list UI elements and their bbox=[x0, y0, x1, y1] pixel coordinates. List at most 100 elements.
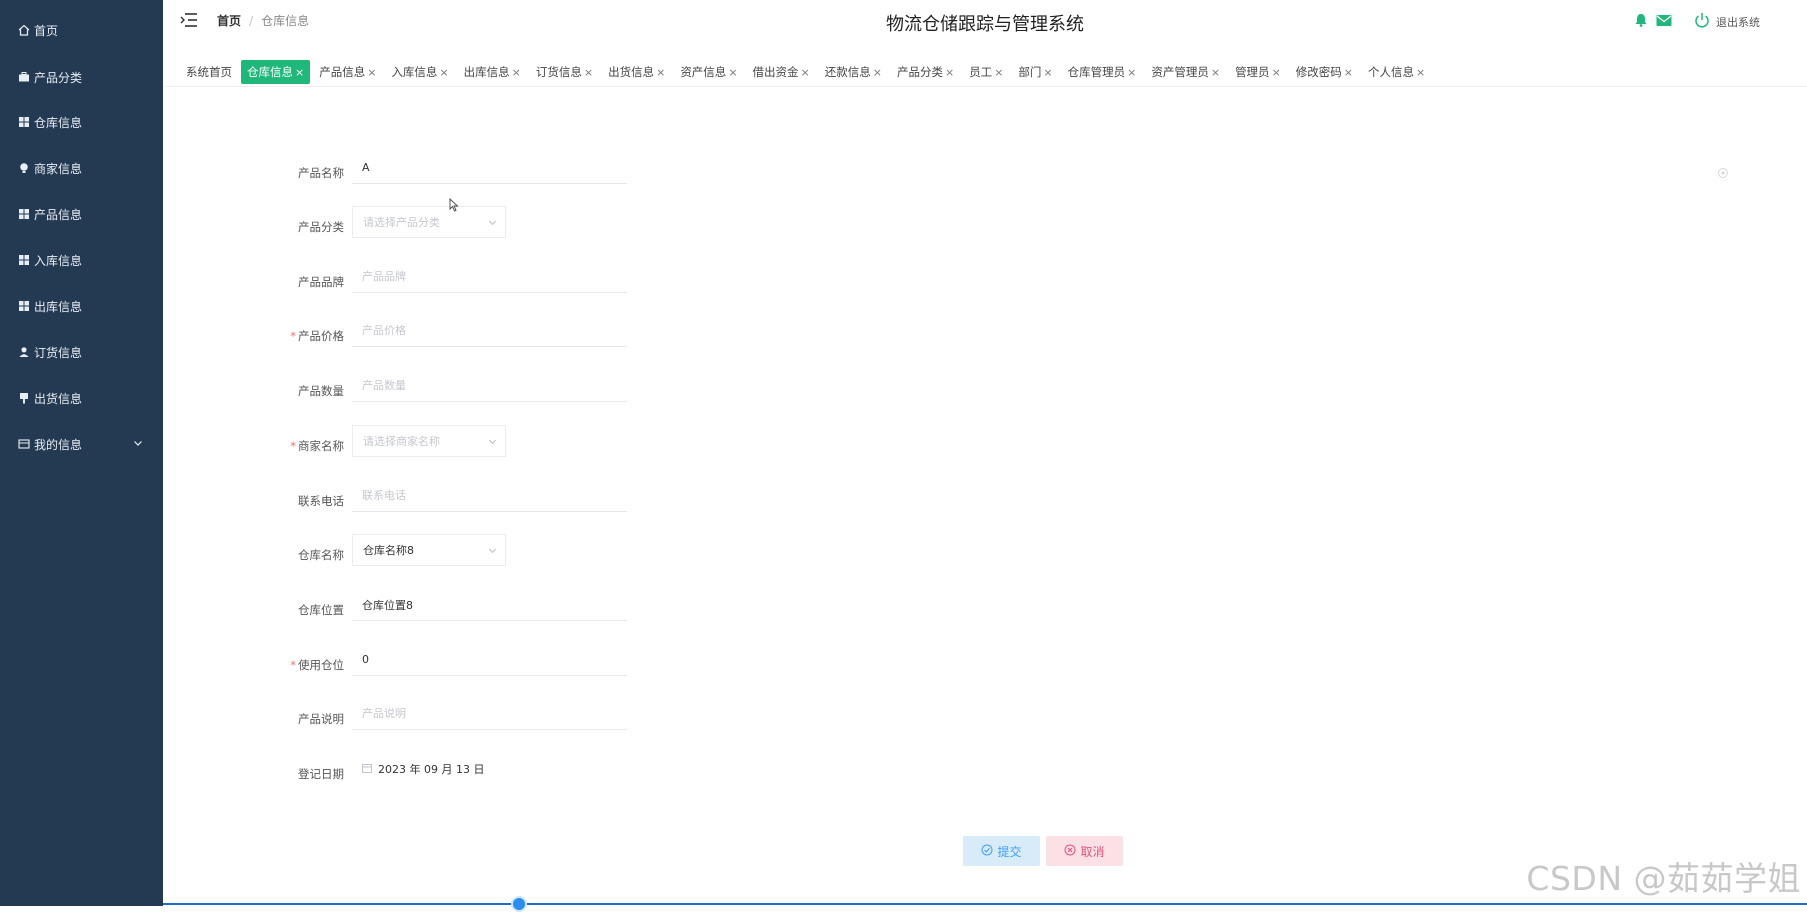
close-icon[interactable]: × bbox=[1344, 66, 1353, 79]
close-icon[interactable]: × bbox=[1416, 66, 1425, 79]
watermark: CSDN @茹茹学姐 bbox=[1526, 859, 1801, 898]
tab-bar: 系统首页 仓库信息 × 产品信息 × 入库信息 × 出库信息 × 订货信息 × 出货信息 × 资产信息 × 借… bbox=[163, 58, 1807, 87]
sidebar-item-outbound[interactable]: 出库信息 bbox=[0, 288, 163, 324]
sidebar-item-label: 产品信息 bbox=[34, 207, 83, 222]
product-brand-field[interactable] bbox=[352, 261, 627, 293]
grid-icon bbox=[18, 300, 30, 312]
form-row-product-brand: 产品品牌 bbox=[280, 259, 1280, 299]
close-icon[interactable]: × bbox=[1127, 66, 1136, 79]
tab-8[interactable]: 借出资金 × bbox=[747, 60, 816, 84]
tab-7[interactable]: 资产信息 × bbox=[674, 60, 743, 84]
sidebar-item-my-info[interactable]: 我的信息 bbox=[0, 426, 163, 462]
product-price-field[interactable] bbox=[352, 315, 627, 347]
tab-label: 管理员 bbox=[1235, 65, 1270, 79]
warehouse-name-select[interactable]: 仓库名称8 bbox=[352, 534, 506, 566]
sidebar-item-shipment[interactable]: 出货信息 bbox=[0, 380, 163, 416]
product-brand-input[interactable] bbox=[362, 270, 627, 283]
chevron-down-icon bbox=[488, 436, 497, 449]
sidebar-item-merchant[interactable]: 商家信息 bbox=[0, 150, 163, 186]
sidebar-item-home[interactable]: 首页 bbox=[0, 12, 163, 48]
tab-4[interactable]: 出库信息 × bbox=[458, 60, 527, 84]
sidebar-item-product[interactable]: 产品信息 bbox=[0, 196, 163, 232]
flag-icon bbox=[18, 392, 30, 404]
tab-14[interactable]: 资产管理员 × bbox=[1145, 60, 1226, 84]
close-icon[interactable]: × bbox=[728, 66, 737, 79]
settings-dot-icon[interactable] bbox=[1717, 164, 1729, 183]
product-category-select[interactable]: 请选择产品分类 bbox=[352, 206, 506, 238]
check-circle-icon bbox=[981, 844, 993, 859]
tab-11[interactable]: 员工 × bbox=[963, 60, 1009, 84]
tab-1[interactable]: 仓库信息 × bbox=[241, 60, 311, 84]
product-brand-label: 产品品牌 bbox=[298, 275, 344, 289]
submit-button[interactable]: 提交 bbox=[963, 836, 1040, 866]
close-icon[interactable]: × bbox=[439, 66, 448, 79]
sidebar-item-order[interactable]: 订货信息 bbox=[0, 334, 163, 370]
phone-input[interactable] bbox=[362, 489, 627, 502]
mail-icon[interactable] bbox=[1656, 14, 1672, 30]
tab-15[interactable]: 管理员 × bbox=[1229, 60, 1287, 84]
phone-field[interactable] bbox=[352, 480, 627, 512]
close-icon[interactable]: × bbox=[994, 66, 1003, 79]
horizontal-scrollbar[interactable] bbox=[163, 903, 1807, 905]
power-icon bbox=[1694, 12, 1710, 31]
cancel-button[interactable]: 取消 bbox=[1046, 836, 1123, 866]
tab-13[interactable]: 仓库管理员 × bbox=[1062, 60, 1143, 84]
close-icon[interactable]: × bbox=[801, 66, 810, 79]
top-bar: 首页 / 仓库信息 物流仓储跟踪与管理系统 退出系统 bbox=[163, 0, 1807, 44]
tab-16[interactable]: 修改密码 × bbox=[1290, 60, 1359, 84]
tab-2[interactable]: 产品信息 × bbox=[313, 60, 382, 84]
scrollbar-handle[interactable] bbox=[511, 896, 527, 912]
close-icon[interactable]: × bbox=[656, 66, 665, 79]
register-date-picker[interactable]: 2023 年 09 月 13 日 bbox=[352, 753, 627, 785]
tab-3[interactable]: 入库信息 × bbox=[385, 60, 454, 84]
tab-10[interactable]: 产品分类 × bbox=[891, 60, 960, 84]
product-name-field[interactable] bbox=[352, 152, 627, 184]
close-icon[interactable]: × bbox=[367, 66, 376, 79]
bell-icon[interactable] bbox=[1634, 13, 1648, 30]
tab-9[interactable]: 还款信息 × bbox=[819, 60, 888, 84]
tab-label: 资产信息 bbox=[680, 65, 727, 79]
used-slots-field[interactable] bbox=[352, 644, 627, 676]
close-icon[interactable]: × bbox=[945, 66, 954, 79]
product-quantity-input[interactable] bbox=[362, 379, 627, 392]
close-icon[interactable]: × bbox=[584, 66, 593, 79]
register-date-value: 2023 年 09 月 13 日 bbox=[378, 763, 485, 776]
tab-12[interactable]: 部门 × bbox=[1012, 60, 1058, 84]
close-icon[interactable]: × bbox=[1211, 66, 1220, 79]
description-input[interactable] bbox=[362, 707, 627, 720]
logout-button[interactable]: 退出系统 bbox=[1694, 12, 1760, 31]
tab-0[interactable]: 系统首页 bbox=[180, 60, 238, 84]
close-icon[interactable]: × bbox=[512, 66, 521, 79]
close-icon[interactable]: × bbox=[1272, 66, 1281, 79]
sidebar-item-label: 订货信息 bbox=[34, 345, 83, 360]
tab-label: 出库信息 bbox=[463, 65, 510, 79]
product-category-placeholder: 请选择产品分类 bbox=[363, 216, 440, 229]
tab-6[interactable]: 出货信息 × bbox=[602, 60, 671, 84]
merchant-name-select[interactable]: 请选择商家名称 bbox=[352, 425, 506, 457]
sidebar-item-inbound[interactable]: 入库信息 bbox=[0, 242, 163, 278]
sidebar-item-label: 产品分类 bbox=[34, 70, 83, 85]
close-icon[interactable]: × bbox=[873, 66, 882, 79]
used-slots-input[interactable] bbox=[362, 653, 627, 666]
product-name-input[interactable] bbox=[362, 161, 627, 174]
form-row-merchant-name: * 商家名称 请选择商家名称 bbox=[280, 423, 1280, 463]
tab-label: 仓库信息 bbox=[247, 65, 293, 79]
tab-label: 部门 bbox=[1018, 65, 1042, 79]
close-icon[interactable]: × bbox=[1043, 66, 1052, 79]
bulb-icon bbox=[18, 162, 30, 174]
merchant-name-placeholder: 请选择商家名称 bbox=[363, 435, 440, 448]
product-price-input[interactable] bbox=[362, 324, 627, 337]
warehouse-location-input[interactable] bbox=[362, 598, 627, 611]
tab-17[interactable]: 个人信息 × bbox=[1362, 60, 1431, 84]
tab-5[interactable]: 订货信息 × bbox=[530, 60, 599, 84]
sidebar-item-warehouse[interactable]: 仓库信息 bbox=[0, 104, 163, 140]
close-icon[interactable]: × bbox=[295, 66, 304, 79]
chevron-down-icon[interactable] bbox=[133, 437, 143, 451]
home-icon bbox=[18, 24, 30, 36]
description-field[interactable] bbox=[352, 698, 627, 730]
grid-icon bbox=[18, 254, 30, 266]
form-row-product-category: 产品分类 请选择产品分类 bbox=[280, 204, 1280, 244]
sidebar-item-product-category[interactable]: 产品分类 bbox=[0, 59, 163, 95]
warehouse-location-field[interactable] bbox=[352, 589, 627, 621]
product-quantity-field[interactable] bbox=[352, 370, 627, 402]
